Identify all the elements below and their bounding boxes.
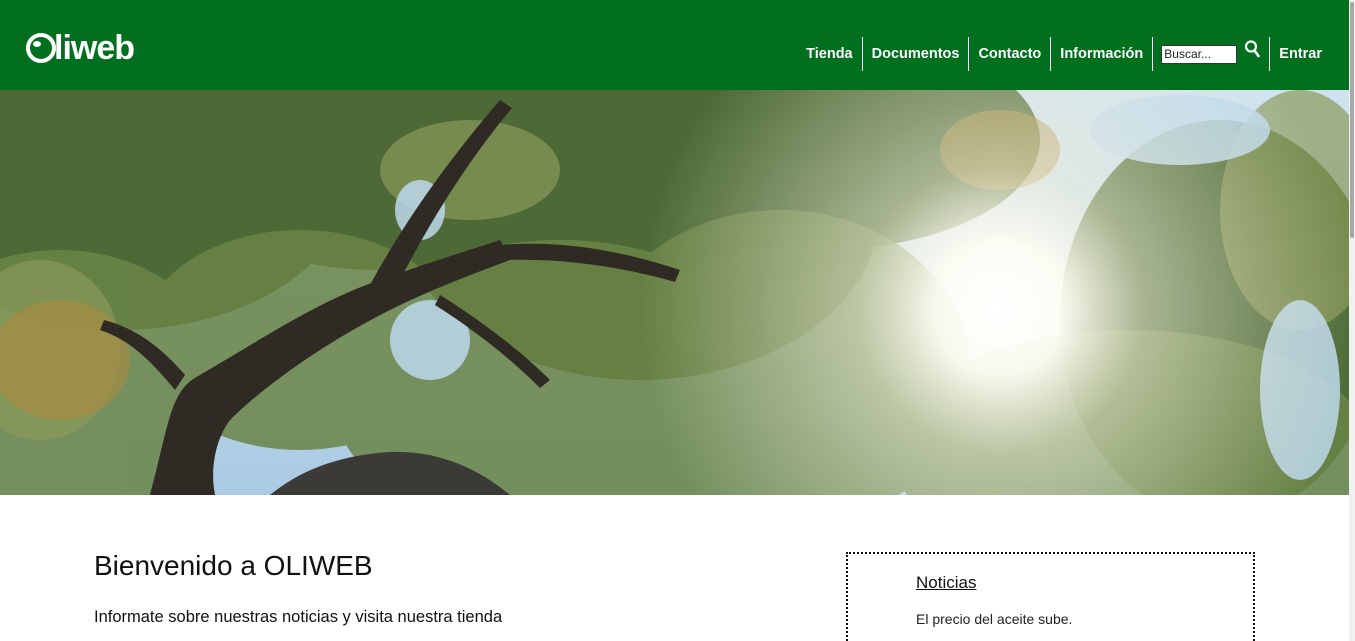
page-scrollbar[interactable] xyxy=(1349,0,1355,641)
site-logo[interactable]: liweb xyxy=(26,28,135,68)
search-button[interactable] xyxy=(1243,39,1261,61)
login-link[interactable]: Entrar xyxy=(1270,37,1331,71)
site-header: liweb Tienda Documentos Contacto Informa… xyxy=(0,0,1349,90)
page-subtitle: Informate sobre nuestras noticias y visi… xyxy=(94,608,503,626)
logo-text: liweb xyxy=(54,29,135,67)
olive-trees-illustration xyxy=(0,90,1349,495)
search-form xyxy=(1153,37,1269,71)
search-input[interactable] xyxy=(1161,44,1238,64)
nav-item-contacto[interactable]: Contacto xyxy=(969,37,1050,71)
news-item[interactable]: El precio del aceite sube. xyxy=(916,611,1072,627)
main-nav: Tienda Documentos Contacto Información E… xyxy=(797,37,1331,71)
news-panel: Noticias El precio del aceite sube. xyxy=(846,552,1255,641)
nav-item-informacion[interactable]: Información xyxy=(1051,37,1152,71)
search-icon xyxy=(1245,39,1261,57)
hero-image xyxy=(0,90,1349,495)
news-title-link[interactable]: Noticias xyxy=(916,573,976,593)
logo-ring-icon xyxy=(26,33,56,63)
scrollbar-thumb[interactable] xyxy=(1350,2,1354,238)
page-title: Bienvenido a OLIWEB xyxy=(94,550,373,581)
nav-item-tienda[interactable]: Tienda xyxy=(797,37,861,71)
nav-item-documentos[interactable]: Documentos xyxy=(863,37,969,71)
